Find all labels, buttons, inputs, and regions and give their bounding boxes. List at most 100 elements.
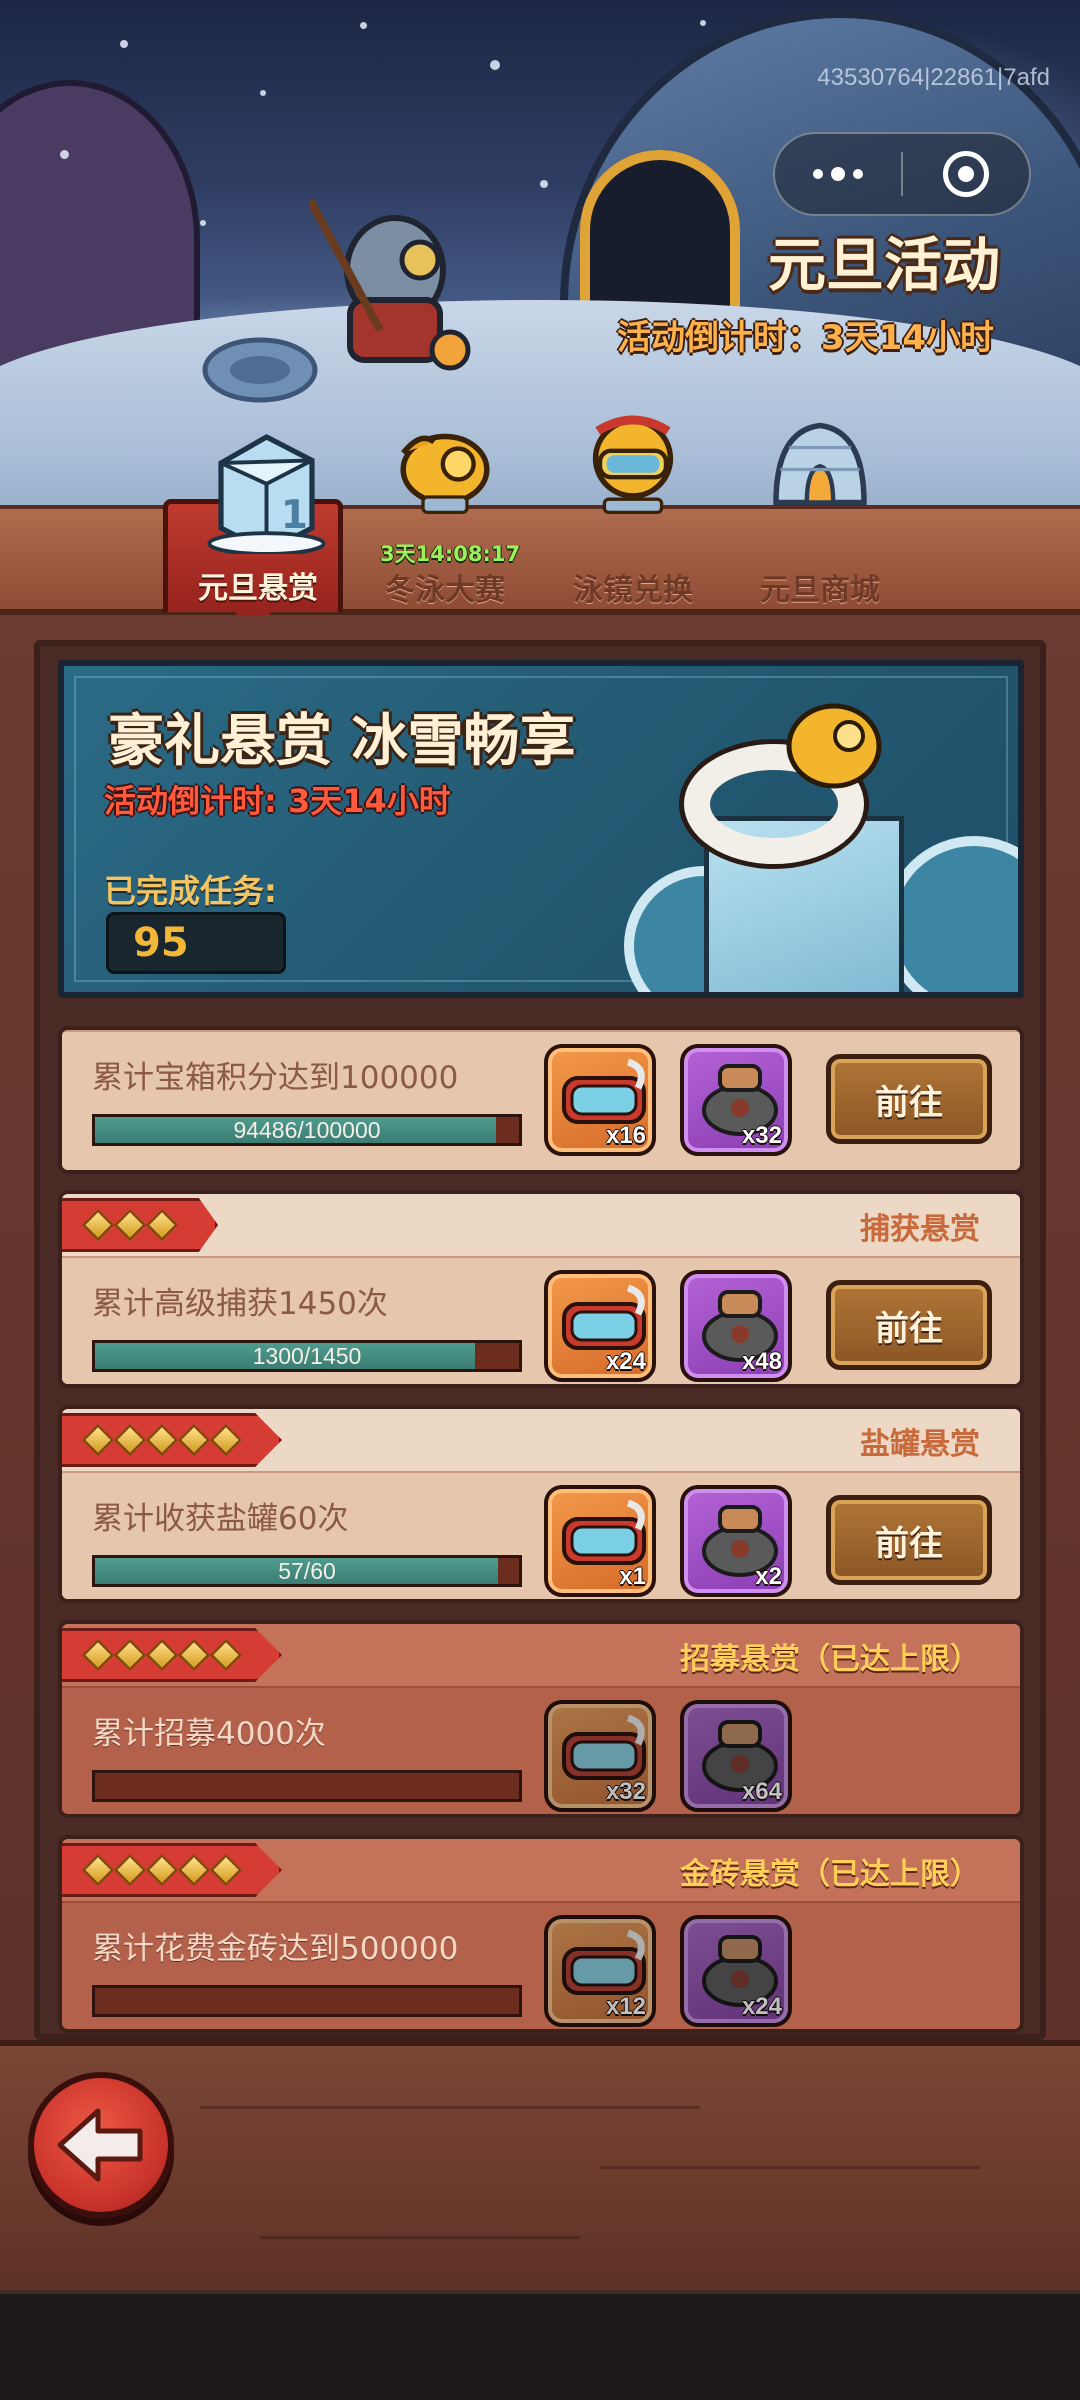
reward-item[interactable]: x64 — [680, 1700, 792, 1812]
star-icon — [114, 1854, 146, 1886]
reward-item[interactable]: x32 — [680, 1044, 792, 1156]
star-icon — [82, 1424, 114, 1456]
star-icon — [146, 1424, 178, 1456]
task-category: 招募悬赏（已达上限） — [680, 1642, 980, 1677]
task-header: 金砖悬赏（已达上限） — [62, 1839, 1020, 1901]
difficulty-ribbon — [62, 1628, 282, 1682]
mini-program-capsule — [773, 132, 1031, 216]
star-icon — [146, 1639, 178, 1671]
star-icon — [178, 1424, 210, 1456]
star-icon — [146, 1854, 178, 1886]
close-button[interactable] — [903, 134, 1029, 214]
ice-hole — [202, 337, 318, 403]
tab-label: 元旦悬赏 — [198, 571, 318, 606]
difficulty-ribbon — [62, 1843, 282, 1897]
reward-item[interactable]: x32 — [544, 1700, 656, 1812]
back-button[interactable] — [28, 2072, 174, 2218]
progress-bar: 94486/100000 — [92, 1114, 522, 1146]
event-title: 元旦活动 — [767, 231, 1000, 299]
task-card: 累计宝箱积分达到100000 94486/100000 x16 x32 前往 — [58, 1026, 1024, 1174]
task-description: 累计宝箱积分达到100000 — [92, 1060, 459, 1096]
more-dots-icon — [813, 167, 863, 181]
task-card: 捕获悬赏累计高级捕获1450次 1300/1450 x24 x48 前往 — [58, 1190, 1024, 1388]
task-body: 累计高级捕获1450次 1300/1450 x24 x48 前往 — [62, 1256, 1020, 1384]
tab-bar: 1 元旦悬赏 冬泳大赛 泳镜兑换 元旦商城 — [0, 415, 1080, 637]
task-body: 累计收获盐罐60次 57/60 x1 x2 前往 — [62, 1471, 1020, 1599]
igloo-shop-icon — [773, 422, 867, 506]
banner-title: 豪礼悬赏 冰雪畅享 — [108, 709, 576, 774]
task-header: 招募悬赏（已达上限） — [62, 1624, 1020, 1686]
more-button[interactable] — [775, 134, 901, 214]
golden-fish-icon — [400, 433, 490, 515]
task-header: 盐罐悬赏 — [62, 1409, 1020, 1471]
reward-quantity: x2 — [755, 1563, 782, 1590]
reward-item[interactable]: x48 — [680, 1270, 792, 1382]
reward-item[interactable]: x24 — [680, 1915, 792, 2027]
go-button[interactable]: 前往 — [826, 1054, 992, 1144]
star-icon — [82, 1854, 114, 1886]
task-description: 累计招募4000次 — [92, 1716, 326, 1752]
user-id-watermark: 43530764|22861|7afd — [817, 64, 1050, 91]
svg-text:1: 1 — [281, 493, 308, 538]
event-countdown: 活动倒计时：3天14小时 — [617, 318, 994, 358]
task-card: 招募悬赏（已达上限） 累计招募4000次 x32 x64 — [58, 1620, 1024, 1818]
star-icon — [146, 1209, 178, 1241]
tab-label: 元旦商城 — [760, 573, 880, 608]
go-button[interactable]: 前往 — [826, 1280, 992, 1370]
star-icon — [210, 1424, 242, 1456]
task-category: 金砖悬赏（已达上限） — [680, 1857, 980, 1892]
completed-count-box: 95 — [106, 912, 286, 974]
progress-bar: 1300/1450 — [92, 1340, 522, 1372]
tab-label: 冬泳大赛 — [385, 573, 505, 608]
task-body: 累计花费金砖达到500000 x12 x24 — [62, 1901, 1020, 2029]
task-card: 盐罐悬赏累计收获盐罐60次 57/60 x1 x2 前往 — [58, 1405, 1024, 1603]
difficulty-ribbon — [62, 1413, 282, 1467]
star-icon — [114, 1424, 146, 1456]
back-arrow-icon — [57, 2108, 143, 2182]
reward-item[interactable]: x24 — [544, 1270, 656, 1382]
completed-count: 95 — [133, 920, 189, 966]
reward-quantity: x24 — [741, 1993, 782, 2020]
reward-quantity: x64 — [741, 1778, 782, 1805]
task-description: 累计花费金砖达到500000 — [92, 1931, 459, 1967]
banner-countdown: 活动倒计时: 3天14小时 — [104, 782, 451, 820]
progress-text: 1300/1450 — [252, 1343, 362, 1369]
star-icon — [210, 1854, 242, 1886]
star-icon — [114, 1639, 146, 1671]
event-header-scene: 43530764|22861|7afd 元旦活动 活动倒计时：3天14小时 — [0, 0, 1080, 520]
contest-timer: 3天14:08:17 — [380, 542, 521, 566]
go-button[interactable]: 前往 — [826, 1495, 992, 1585]
progress-bar — [92, 1770, 522, 1802]
task-category: 捕获悬赏 — [860, 1212, 980, 1247]
reward-item[interactable]: x16 — [544, 1044, 656, 1156]
task-category: 盐罐悬赏 — [860, 1427, 980, 1462]
reward-item[interactable]: x12 — [544, 1915, 656, 2027]
star-icon — [82, 1209, 114, 1241]
bounty-banner: 豪礼悬赏 冰雪畅享 活动倒计时: 3天14小时 已完成任务: 95 — [58, 660, 1024, 998]
golden-fish-illustration — [786, 703, 882, 789]
reward-item[interactable]: x1 — [544, 1485, 656, 1597]
task-body: 累计招募4000次 x32 x64 — [62, 1686, 1020, 1814]
progress-text — [95, 1988, 519, 2014]
reward-item[interactable]: x2 — [680, 1485, 792, 1597]
task-header: 捕获悬赏 — [62, 1194, 1020, 1256]
task-description: 累计高级捕获1450次 — [92, 1286, 388, 1322]
tab-label: 泳镜兑换 — [573, 573, 693, 608]
star-icon — [178, 1639, 210, 1671]
task-body: 累计宝箱积分达到100000 94486/100000 x16 x32 前往 — [62, 1030, 1020, 1170]
reward-quantity: x48 — [741, 1348, 782, 1375]
reward-quantity: x24 — [605, 1348, 646, 1375]
progress-text: 94486/100000 — [233, 1117, 381, 1143]
task-description: 累计收获盐罐60次 — [92, 1501, 349, 1537]
difficulty-ribbon — [62, 1198, 218, 1252]
reward-quantity: x16 — [605, 1122, 646, 1149]
task-card: 金砖悬赏（已达上限） 累计花费金砖达到500000 x12 x24 — [58, 1835, 1024, 2033]
completed-label: 已完成任务: — [104, 872, 277, 910]
star-icon — [114, 1209, 146, 1241]
progress-bar — [92, 1985, 522, 2017]
reward-quantity: x12 — [605, 1993, 646, 2020]
progress-text: 57/60 — [278, 1558, 336, 1584]
progress-bar: 57/60 — [92, 1555, 522, 1587]
star-icon — [210, 1639, 242, 1671]
star-icon — [82, 1639, 114, 1671]
